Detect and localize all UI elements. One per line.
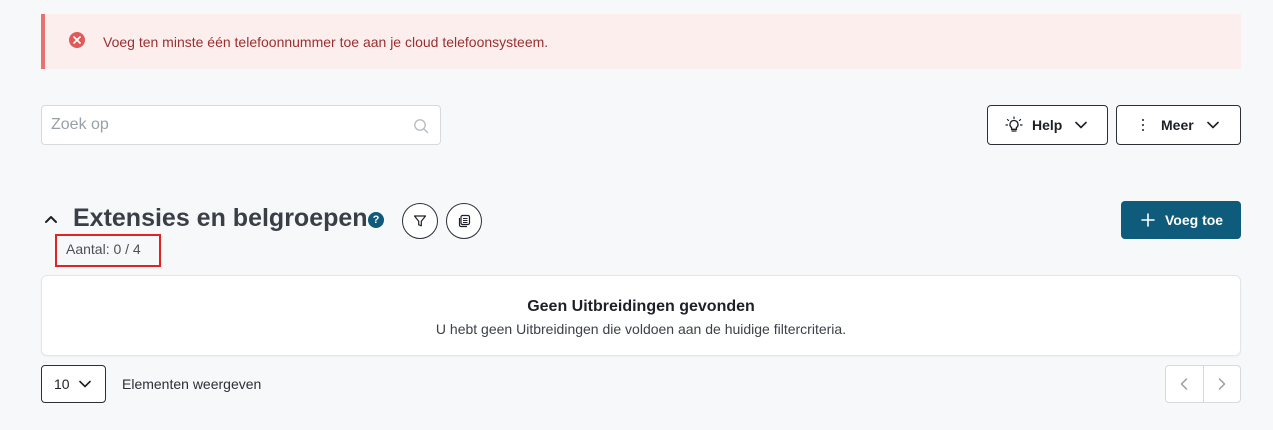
chevron-right-icon	[1218, 378, 1226, 390]
error-alert: Voeg ten minste één telefoonnummer toe a…	[41, 14, 1241, 69]
copy-button[interactable]	[446, 203, 482, 239]
error-circle-icon	[69, 32, 85, 48]
kebab-menu-icon	[1134, 116, 1152, 134]
lightbulb-icon	[1005, 116, 1023, 134]
add-button-label: Voeg toe	[1165, 212, 1224, 228]
chevron-down-icon	[1072, 116, 1090, 134]
search-input[interactable]	[42, 106, 440, 144]
page-size-select[interactable]: 10	[41, 365, 106, 403]
pagination-controls	[1165, 365, 1241, 403]
next-page-button[interactable]	[1202, 366, 1241, 402]
help-button-label: Help	[1032, 117, 1063, 133]
filter-icon	[413, 214, 427, 228]
empty-state-subtitle: U hebt geen Uitbreidingen die voldoen aa…	[435, 321, 847, 337]
page-size-value: 10	[54, 376, 70, 392]
alert-message: Voeg ten minste één telefoonnummer toe a…	[103, 34, 549, 50]
help-badge-icon[interactable]: ?	[368, 212, 384, 228]
section-title: Extensies en belgroepen	[73, 204, 368, 232]
add-button[interactable]: Voeg toe	[1121, 201, 1241, 239]
copy-icon	[457, 214, 471, 228]
chevron-down-icon	[1204, 116, 1222, 134]
item-count: Aantal: 0 / 4	[66, 241, 141, 257]
search-box	[41, 105, 441, 145]
help-button[interactable]: Help	[987, 105, 1108, 145]
chevron-up-icon[interactable]	[43, 211, 59, 227]
empty-state-card: Geen Uitbreidingen gevonden U hebt geen …	[41, 275, 1241, 356]
section-header: Extensies en belgroepen ?	[41, 200, 1241, 240]
empty-state-title: Geen Uitbreidingen gevonden	[527, 298, 755, 315]
plus-icon	[1141, 213, 1155, 227]
chevron-left-icon	[1180, 378, 1188, 390]
more-button[interactable]: Meer	[1116, 105, 1241, 145]
search-icon[interactable]	[413, 118, 429, 134]
previous-page-button[interactable]	[1166, 366, 1203, 402]
more-button-label: Meer	[1161, 117, 1194, 133]
page-size-label: Elementen weergeven	[122, 376, 262, 392]
filter-button[interactable]	[402, 203, 438, 239]
chevron-down-icon	[78, 380, 91, 388]
